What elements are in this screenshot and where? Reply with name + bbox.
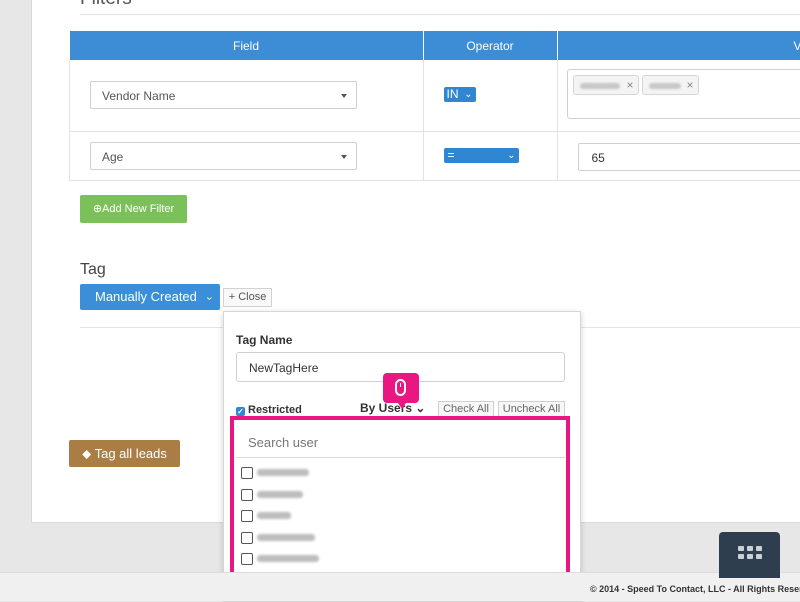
filter-row: Age = ⌄ 65 <box>70 132 800 181</box>
plus-icon: + <box>229 291 235 303</box>
restricted-checkbox[interactable]: ✓Restricted <box>236 404 302 416</box>
field-select[interactable]: Vendor Name <box>90 81 357 109</box>
add-new-filter-button[interactable]: ⊕Add New Filter <box>80 195 187 223</box>
chevron-down-icon: ⌄ <box>205 284 214 310</box>
field-select-value: Age <box>102 150 123 164</box>
tag-name-label: Tag Name <box>236 333 292 347</box>
field-select-value: Vendor Name <box>102 89 175 103</box>
close-button[interactable]: + Close <box>223 288 272 307</box>
manually-created-dropdown[interactable]: Manually Created ⌄ <box>80 284 220 310</box>
grid-icon <box>738 546 762 562</box>
tag-label: Tag <box>80 261 106 279</box>
apps-grid-button[interactable] <box>719 532 780 578</box>
mouse-icon <box>395 379 406 396</box>
add-filter-label: Add New Filter <box>102 203 174 215</box>
tags-icon: ⬥ <box>82 446 91 461</box>
operator-select[interactable]: = ⌄ <box>444 148 519 163</box>
section-title: Filters <box>80 0 132 10</box>
tag-all-leads-button[interactable]: ⬥ Tag all leads <box>69 440 180 467</box>
checkmark-icon: ✓ <box>236 407 245 416</box>
value-input-text: 65 <box>592 151 605 165</box>
filter-row: Vendor Name IN ⌄ × × <box>70 60 800 132</box>
value-input[interactable]: 65 <box>578 143 800 171</box>
header-value: V <box>557 31 800 60</box>
value-tag[interactable]: × <box>573 75 639 95</box>
by-users-select[interactable]: By Users ⌄ <box>360 401 425 415</box>
footer: © 2014 - Speed To Contact, LLC - All Rig… <box>0 572 800 601</box>
dropdown-label: Manually Created <box>95 289 197 304</box>
caret-down-icon <box>341 94 347 98</box>
chevron-down-icon: ⌄ <box>415 401 425 415</box>
caret-down-icon <box>341 155 347 159</box>
operator-select[interactable]: IN ⌄ <box>444 87 476 102</box>
tag-name-value: NewTagHere <box>249 361 318 375</box>
restricted-label: Restricted <box>248 404 302 416</box>
field-select[interactable]: Age <box>90 142 357 170</box>
operator-value: = <box>448 148 455 162</box>
operator-value: IN <box>447 87 459 101</box>
tag-all-label: Tag all leads <box>95 446 167 461</box>
filters-table: Field Operator V Vendor Name IN ⌄ × <box>69 31 800 181</box>
plus-circle-icon: ⊕ <box>93 203 102 215</box>
remove-tag-icon[interactable]: × <box>626 78 633 92</box>
value-tag[interactable]: × <box>642 75 699 95</box>
mouse-click-indicator <box>383 373 419 403</box>
header-field: Field <box>70 31 424 60</box>
blurred-text <box>649 83 681 89</box>
blurred-text <box>580 83 620 89</box>
close-label: Close <box>238 291 266 303</box>
highlight-box <box>230 416 570 589</box>
value-tags-input[interactable]: × × <box>567 69 800 119</box>
remove-tag-icon[interactable]: × <box>686 78 693 92</box>
chevron-down-icon: ⌄ <box>464 87 472 102</box>
title-divider <box>80 14 800 15</box>
header-operator: Operator <box>423 31 557 60</box>
copyright-text: © 2014 - Speed To Contact, LLC - All Rig… <box>590 584 800 594</box>
chevron-down-icon: ⌄ <box>507 148 515 163</box>
